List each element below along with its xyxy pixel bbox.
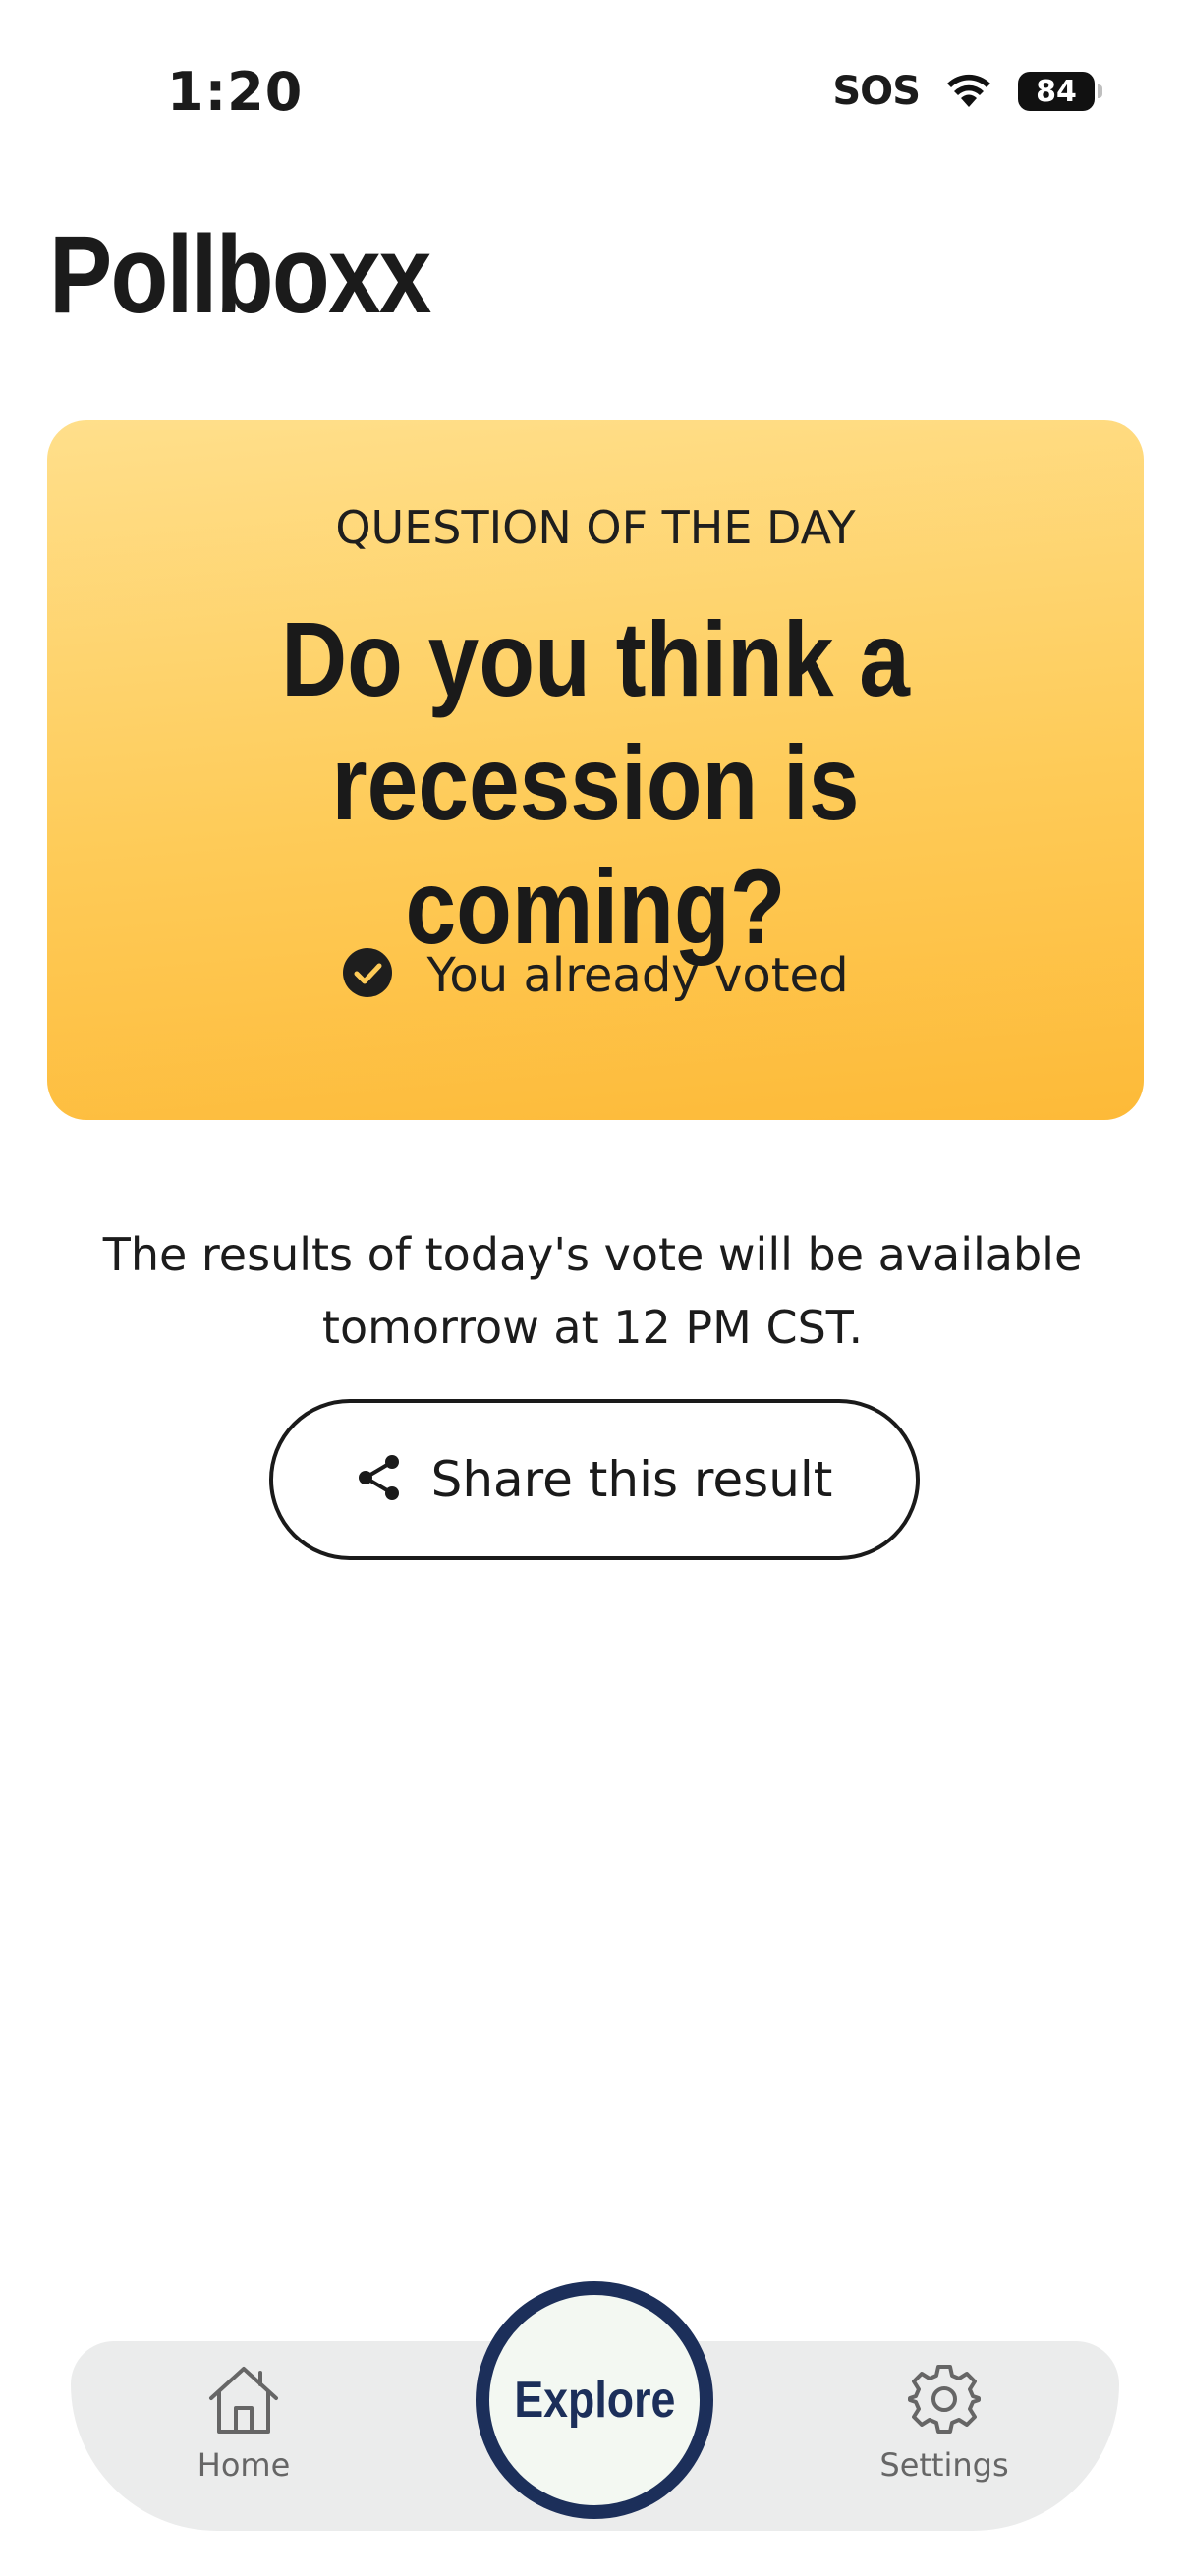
- home-icon: [205, 2363, 282, 2440]
- question-text: Do you think a recession is coming?: [281, 599, 910, 966]
- check-circle-icon: [342, 947, 393, 1003]
- voted-status: You already voted: [47, 947, 1144, 1003]
- status-indicators: SOS 84: [832, 69, 1102, 114]
- carrier-label: SOS: [832, 69, 921, 114]
- status-time: 1:20: [167, 61, 304, 123]
- wifi-icon: [945, 74, 992, 109]
- results-note: The results of today's vote will be avai…: [102, 1228, 1083, 1354]
- share-button-label: Share this result: [430, 1451, 833, 1508]
- question-card[interactable]: QUESTION OF THE DAY Do you think a reces…: [47, 420, 1144, 1120]
- question-kicker: QUESTION OF THE DAY: [335, 501, 856, 554]
- voted-status-text: You already voted: [426, 947, 849, 1003]
- gear-icon: [908, 2363, 981, 2440]
- battery-level: 84: [1036, 74, 1077, 109]
- nav-settings[interactable]: Settings: [846, 2363, 1043, 2484]
- share-result-button[interactable]: Share this result: [269, 1399, 920, 1560]
- page-title: Pollboxx: [49, 213, 431, 336]
- nav-settings-label: Settings: [879, 2446, 1009, 2484]
- explore-label: Explore: [513, 2372, 676, 2429]
- share-icon: [357, 1454, 402, 1506]
- explore-button[interactable]: Explore: [476, 2281, 713, 2519]
- nav-home[interactable]: Home: [145, 2363, 342, 2484]
- battery-icon: 84: [1018, 72, 1102, 111]
- nav-home-label: Home: [197, 2446, 291, 2484]
